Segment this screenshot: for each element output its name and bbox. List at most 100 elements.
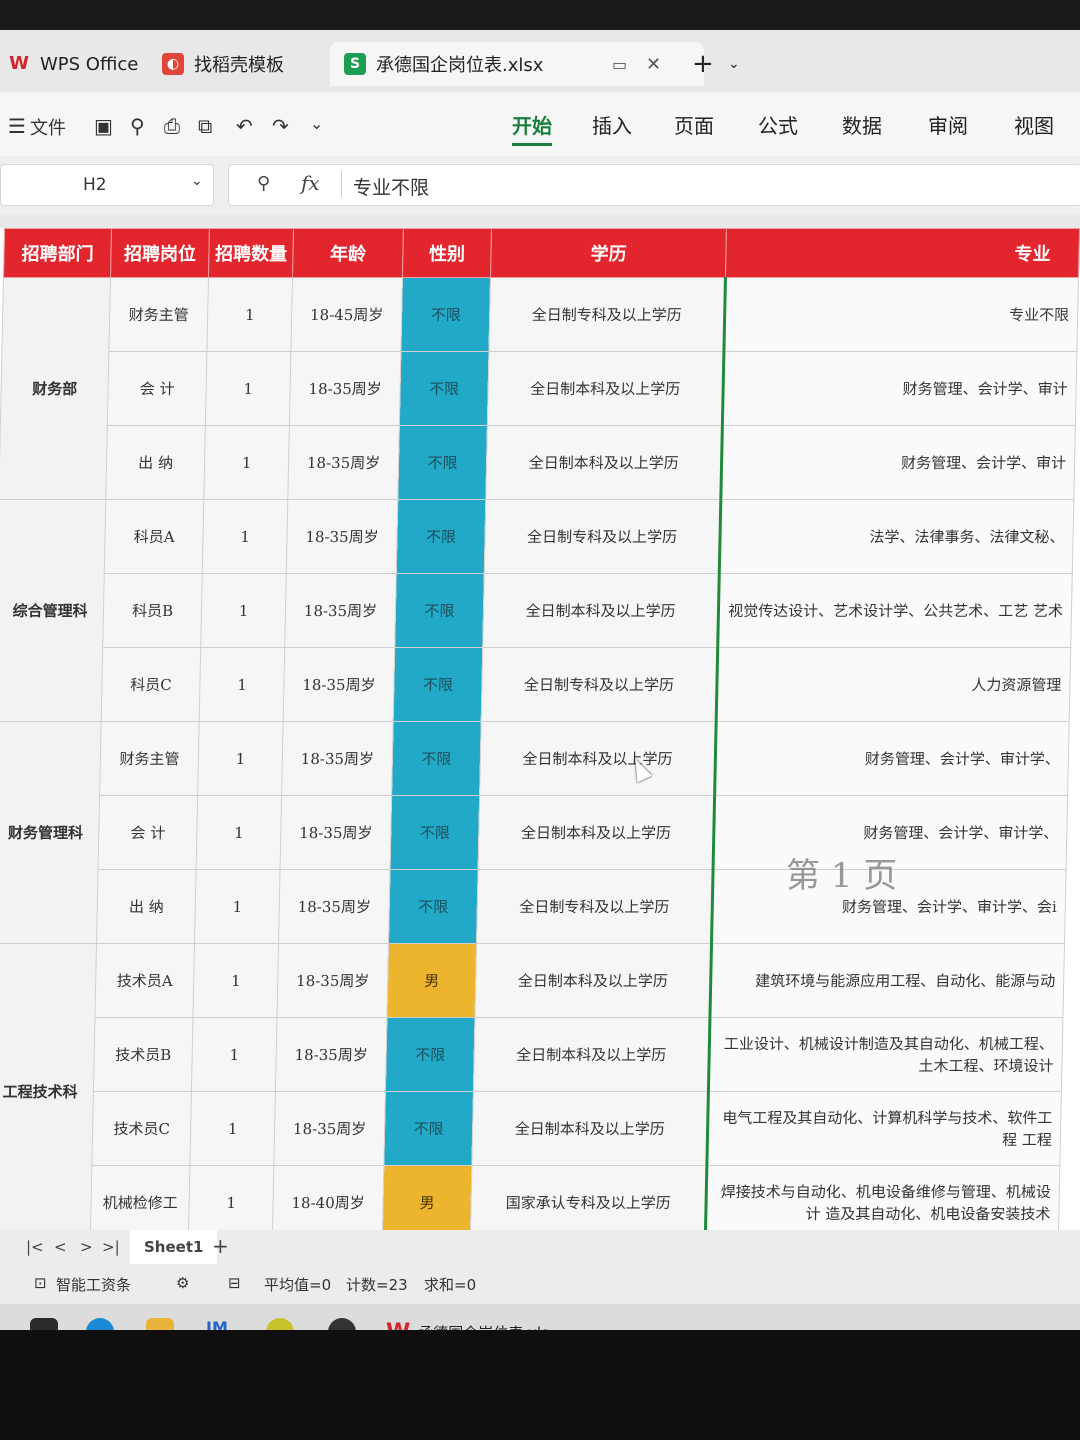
cell-education[interactable]: 全日制本科及以上学历 bbox=[478, 795, 715, 870]
cell-count[interactable]: 1 bbox=[202, 499, 289, 574]
cell-education[interactable]: 全日制本科及以上学历 bbox=[483, 573, 720, 648]
cell-age[interactable]: 18-35周岁 bbox=[286, 499, 398, 574]
cell-post[interactable]: 机械检修工 bbox=[90, 1165, 190, 1230]
cell-age[interactable]: 18-35周岁 bbox=[274, 1091, 386, 1166]
cell-major[interactable]: 视觉传达设计、艺术设计学、公共艺术、工艺 艺术 bbox=[717, 573, 1073, 648]
sheet-tab-sheet1[interactable]: Sheet1 bbox=[130, 1230, 218, 1264]
cell-gender[interactable]: 男 bbox=[381, 1165, 473, 1230]
cell-major[interactable]: 人力资源管理 bbox=[716, 647, 1071, 722]
tab-review[interactable]: 审阅 bbox=[928, 110, 968, 139]
file-menu[interactable]: 文件 bbox=[30, 114, 66, 140]
cell-education[interactable]: 全日制本科及以上学历 bbox=[473, 1017, 710, 1092]
cell-education[interactable]: 全日制本科及以上学历 bbox=[472, 1091, 709, 1166]
cell-gender[interactable]: 不限 bbox=[383, 1091, 474, 1166]
cell-gender[interactable]: 不限 bbox=[392, 647, 484, 722]
redo-icon[interactable]: ↷ bbox=[272, 114, 289, 138]
notes-app-icon[interactable] bbox=[328, 1318, 356, 1330]
cell-post[interactable]: 出 纳 bbox=[106, 425, 206, 500]
col-header-age[interactable]: 年龄 bbox=[292, 228, 404, 278]
cell-gender[interactable]: 不限 bbox=[391, 721, 482, 796]
save-icon[interactable]: ▣ bbox=[94, 114, 113, 138]
cell-age[interactable]: 18-35周岁 bbox=[289, 351, 401, 426]
add-sheet-icon[interactable]: + bbox=[212, 1234, 229, 1258]
cell-education[interactable]: 全日制本科及以上学历 bbox=[487, 351, 724, 426]
cell-education[interactable]: 全日制专科及以上学历 bbox=[489, 277, 726, 352]
formula-input[interactable]: ⚲ fx 专业不限 bbox=[228, 164, 1080, 206]
cell-major[interactable]: 焊接技术与自动化、机电设备维修与管理、机械设计 造及其自动化、机电设备安装技术 bbox=[705, 1165, 1060, 1230]
cell-age[interactable]: 18-35周岁 bbox=[277, 943, 389, 1018]
col-header-gender[interactable]: 性别 bbox=[402, 228, 492, 278]
cell-major[interactable]: 专业不限 bbox=[723, 277, 1079, 352]
cell-post[interactable]: 财务主管 bbox=[99, 721, 200, 796]
cell-department[interactable]: 工程技术科 bbox=[0, 943, 97, 1230]
cell-department[interactable]: 综合管理科 bbox=[0, 499, 107, 722]
cell-education[interactable]: 全日制本科及以上学历 bbox=[479, 721, 717, 796]
col-header-count[interactable]: 招聘数量 bbox=[208, 228, 294, 278]
cell-count[interactable]: 1 bbox=[199, 647, 286, 722]
prev-sheet-icon[interactable]: < bbox=[54, 1238, 67, 1256]
undo-icon[interactable]: ↶ bbox=[236, 114, 253, 138]
windows-start-icon[interactable] bbox=[30, 1318, 58, 1330]
cell-gender[interactable]: 男 bbox=[386, 943, 477, 1018]
cell-count[interactable]: 1 bbox=[194, 869, 281, 944]
cell-education[interactable]: 全日制专科及以上学历 bbox=[484, 499, 721, 574]
window-icon[interactable]: ▭ bbox=[612, 55, 627, 74]
cell-department[interactable]: 财务管理科 bbox=[0, 721, 102, 944]
file-explorer-icon[interactable] bbox=[146, 1318, 174, 1330]
cell-gender[interactable]: 不限 bbox=[388, 869, 479, 944]
music-app-icon[interactable] bbox=[266, 1318, 294, 1330]
cell-gender[interactable]: 不限 bbox=[397, 425, 488, 500]
cell-major[interactable]: 财务管理、会计学、审计 bbox=[722, 351, 1077, 426]
cell-count[interactable]: 1 bbox=[197, 721, 284, 796]
cell-education[interactable]: 全日制本科及以上学历 bbox=[475, 943, 712, 1018]
cell-age[interactable]: 18-35周岁 bbox=[275, 1017, 387, 1092]
col-header-major[interactable]: 专业 bbox=[725, 228, 1080, 278]
tab-wps-office[interactable]: W WPS Office bbox=[8, 42, 138, 86]
chevron-down-icon[interactable]: ⌄ bbox=[728, 42, 740, 86]
layout-icon[interactable]: ⊟ bbox=[228, 1274, 241, 1292]
col-header-post[interactable]: 招聘岗位 bbox=[110, 228, 210, 278]
chevron-down-icon[interactable]: ⌄ bbox=[191, 173, 203, 189]
tab-data[interactable]: 数据 bbox=[842, 110, 882, 139]
tab-view[interactable]: 视图 bbox=[1014, 110, 1054, 139]
zoom-icon[interactable]: ⚲ bbox=[257, 173, 270, 194]
print-icon[interactable]: ⎙ bbox=[164, 114, 180, 138]
cell-count[interactable]: 1 bbox=[191, 1017, 278, 1092]
cell-age[interactable]: 18-40周岁 bbox=[272, 1165, 384, 1230]
cell-age[interactable]: 18-45周岁 bbox=[291, 277, 403, 352]
cell-major[interactable]: 财务管理、会计学、审计学、 bbox=[714, 721, 1070, 796]
cell-major[interactable]: 工业设计、机械设计制造及其自动化、机械工程、 土木工程、环境设计 bbox=[708, 1017, 1063, 1092]
cell-age[interactable]: 18-35周岁 bbox=[283, 647, 395, 722]
print-preview-icon[interactable]: ⧉ bbox=[198, 114, 212, 138]
cell-post[interactable]: 技术员B bbox=[93, 1017, 193, 1092]
cell-post[interactable]: 技术员C bbox=[92, 1091, 192, 1166]
cell-post[interactable]: 会 计 bbox=[107, 351, 207, 426]
cell-major[interactable]: 建筑环境与能源应用工程、自动化、能源与动 bbox=[709, 943, 1065, 1018]
cell-post[interactable]: 科员B bbox=[103, 573, 203, 648]
cell-age[interactable]: 18-35周岁 bbox=[288, 425, 400, 500]
cell-gender[interactable]: 不限 bbox=[395, 499, 487, 574]
cell-gender[interactable]: 不限 bbox=[394, 573, 485, 648]
format-painter-icon[interactable]: ⚲ bbox=[130, 114, 145, 138]
cell-post[interactable]: 财务主管 bbox=[109, 277, 209, 352]
cell-count[interactable]: 1 bbox=[203, 425, 290, 500]
cell-education[interactable]: 全日制专科及以上学历 bbox=[476, 869, 713, 944]
app-icon[interactable]: IM bbox=[206, 1318, 234, 1330]
cell-gender[interactable]: 不限 bbox=[400, 277, 491, 352]
cell-major[interactable]: 法学、法律事务、法律文秘、 bbox=[719, 499, 1074, 574]
cell-age[interactable]: 18-35周岁 bbox=[285, 573, 396, 648]
cell-major[interactable]: 财务管理、会计学、审计 bbox=[720, 425, 1076, 500]
more-chevron-icon[interactable]: ⌄ bbox=[310, 114, 323, 133]
cell-major[interactable]: 电气工程及其自动化、计算机科学与技术、软件工程 工程 bbox=[706, 1091, 1062, 1166]
cell-age[interactable]: 18-35周岁 bbox=[278, 869, 390, 944]
tab-docer[interactable]: ◐ 找稻壳模板 bbox=[162, 42, 284, 86]
next-sheet-icon[interactable]: > bbox=[80, 1238, 93, 1256]
cell-post[interactable]: 科员A bbox=[104, 499, 204, 574]
cell-post[interactable]: 技术员A bbox=[95, 943, 195, 1018]
cell-age[interactable]: 18-35周岁 bbox=[282, 721, 393, 796]
first-sheet-icon[interactable]: |< bbox=[26, 1238, 44, 1256]
cell-count[interactable]: 1 bbox=[206, 277, 293, 352]
close-icon[interactable]: ✕ bbox=[646, 54, 661, 75]
cell-post[interactable]: 出 纳 bbox=[96, 869, 196, 944]
col-header-dept[interactable]: 招聘部门 bbox=[3, 228, 112, 278]
